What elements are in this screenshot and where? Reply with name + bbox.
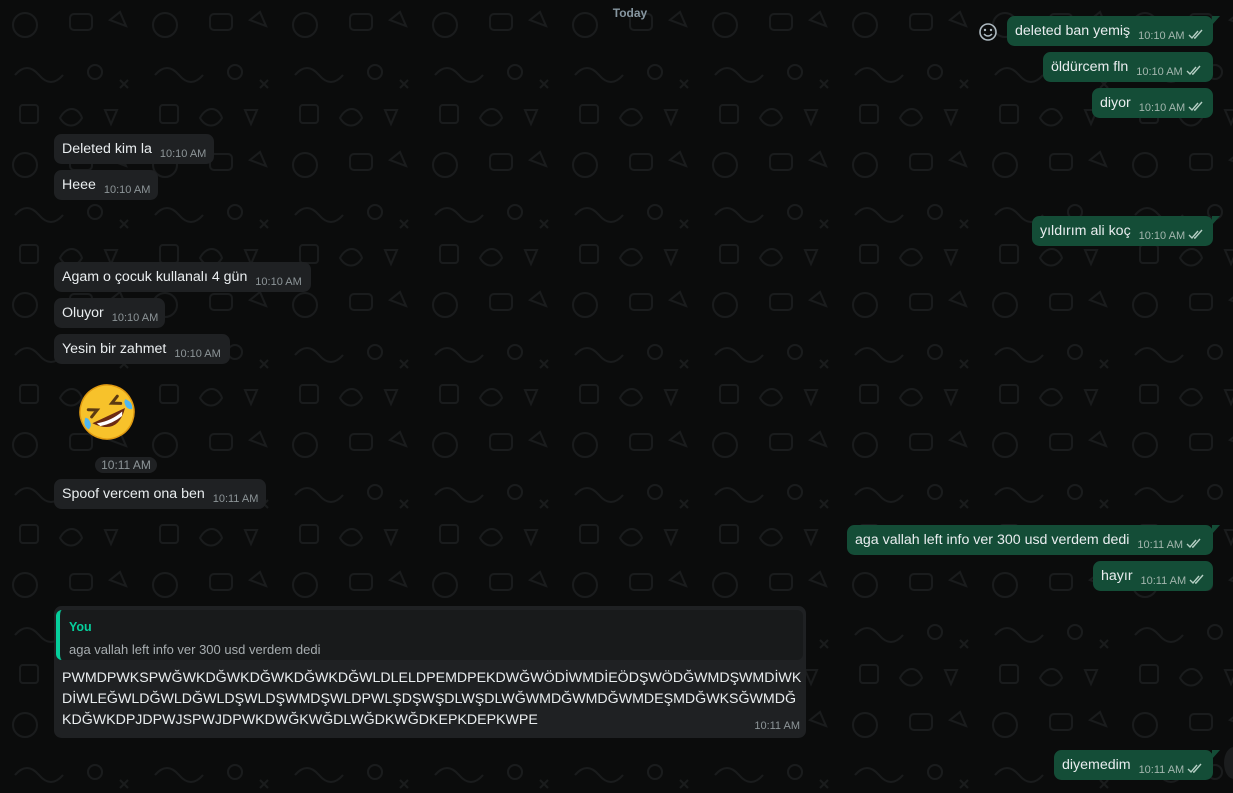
message-text: Heee <box>62 177 96 193</box>
message-text: yıldırım ali koç <box>1040 223 1131 239</box>
message-text: diyor <box>1100 95 1131 111</box>
message-time: 10:10 AM <box>1138 230 1186 242</box>
message-incoming[interactable]: Deleted kim la 10:10 AM <box>54 134 214 164</box>
message-text: Deleted kim la <box>62 141 152 157</box>
message-outgoing[interactable]: deleted ban yemiş 10:10 AM <box>1007 16 1213 46</box>
message-incoming[interactable]: Spoof vercem ona ben 10:11 AM <box>54 479 266 509</box>
message-time: 10:10 AM <box>1136 66 1183 78</box>
message-time: 10:11 AM <box>1138 764 1185 776</box>
message-outgoing[interactable]: öldürcem fln 10:10 AM <box>1043 52 1213 82</box>
message-incoming-reply[interactable]: You aga vallah left info ver 300 usd ver… <box>54 606 806 738</box>
message-text: Agam o çocuk kullanalı 4 gün <box>62 269 248 285</box>
chat-panel: Today deleted ban yemiş 10:10 AM öldürce… <box>0 0 1233 793</box>
double-check-icon <box>1189 574 1204 585</box>
message-time: 10:10 AM <box>111 312 159 324</box>
bubble-tail <box>1212 216 1220 225</box>
quoted-text: aga vallah left info ver 300 usd verdem … <box>69 642 321 657</box>
message-time: 10:10 AM <box>103 184 151 196</box>
message-incoming[interactable]: Agam o çocuk kullanalı 4 gün 10:10 AM <box>54 262 311 292</box>
message-outgoing[interactable]: diyor 10:10 AM <box>1092 88 1213 118</box>
message-time: 10:11 AM <box>1137 539 1184 551</box>
message-incoming[interactable]: Yesin bir zahmet 10:10 AM <box>54 334 230 364</box>
message-time: 10:10 AM <box>255 276 302 288</box>
scroll-down-button[interactable] <box>1224 747 1233 779</box>
message-time: 10:10 AM <box>1138 30 1185 42</box>
smiley-react-icon[interactable] <box>978 22 998 42</box>
double-check-icon <box>1186 538 1201 549</box>
message-text: PWMDPWKSPWĞWKDĞWKDĞWKDĞWKDĞWLDLELDPEMDPE… <box>62 670 802 728</box>
message-outgoing[interactable]: yıldırım ali koç 10:10 AM <box>1032 216 1213 246</box>
message-outgoing[interactable]: diyemedim 10:11 AM <box>1054 750 1213 780</box>
message-time: 10:11 AM <box>754 720 800 732</box>
message-outgoing[interactable]: aga vallah left info ver 300 usd verdem … <box>847 525 1213 555</box>
quoted-author: You <box>69 620 92 634</box>
message-text: diyemedim <box>1062 757 1131 773</box>
message-incoming[interactable]: Heee 10:10 AM <box>54 170 158 200</box>
rolling-on-floor-laughing-emoji-icon[interactable] <box>77 382 137 442</box>
double-check-icon <box>1188 101 1203 112</box>
message-text: aga vallah left info ver 300 usd verdem … <box>855 532 1130 548</box>
message-incoming[interactable]: Oluyor 10:10 AM <box>54 298 165 328</box>
message-text: Oluyor <box>62 305 104 321</box>
date-divider: Today <box>612 6 648 20</box>
bubble-tail <box>1212 750 1220 759</box>
message-time: 10:10 AM <box>1138 102 1186 114</box>
double-check-icon <box>1188 229 1203 240</box>
double-check-icon <box>1186 65 1201 76</box>
message-text: öldürcem fln <box>1051 59 1129 75</box>
message-text: Yesin bir zahmet <box>62 341 167 357</box>
bubble-tail <box>1212 16 1220 25</box>
double-check-icon <box>1187 763 1202 774</box>
message-outgoing[interactable]: hayır 10:11 AM <box>1093 561 1213 591</box>
message-text: deleted ban yemiş <box>1015 23 1131 39</box>
quoted-message[interactable]: You aga vallah left info ver 300 usd ver… <box>56 610 803 660</box>
message-time: 10:11 AM <box>1140 575 1187 587</box>
message-time: 10:10 AM <box>174 348 221 360</box>
double-check-icon <box>1188 29 1203 40</box>
message-text: Spoof vercem ona ben <box>62 486 205 502</box>
bubble-tail <box>1212 525 1220 534</box>
message-text: hayır <box>1101 568 1133 584</box>
sticker-time: 10:11 AM <box>95 457 157 473</box>
message-time: 10:11 AM <box>212 493 259 505</box>
message-time: 10:10 AM <box>159 148 207 160</box>
